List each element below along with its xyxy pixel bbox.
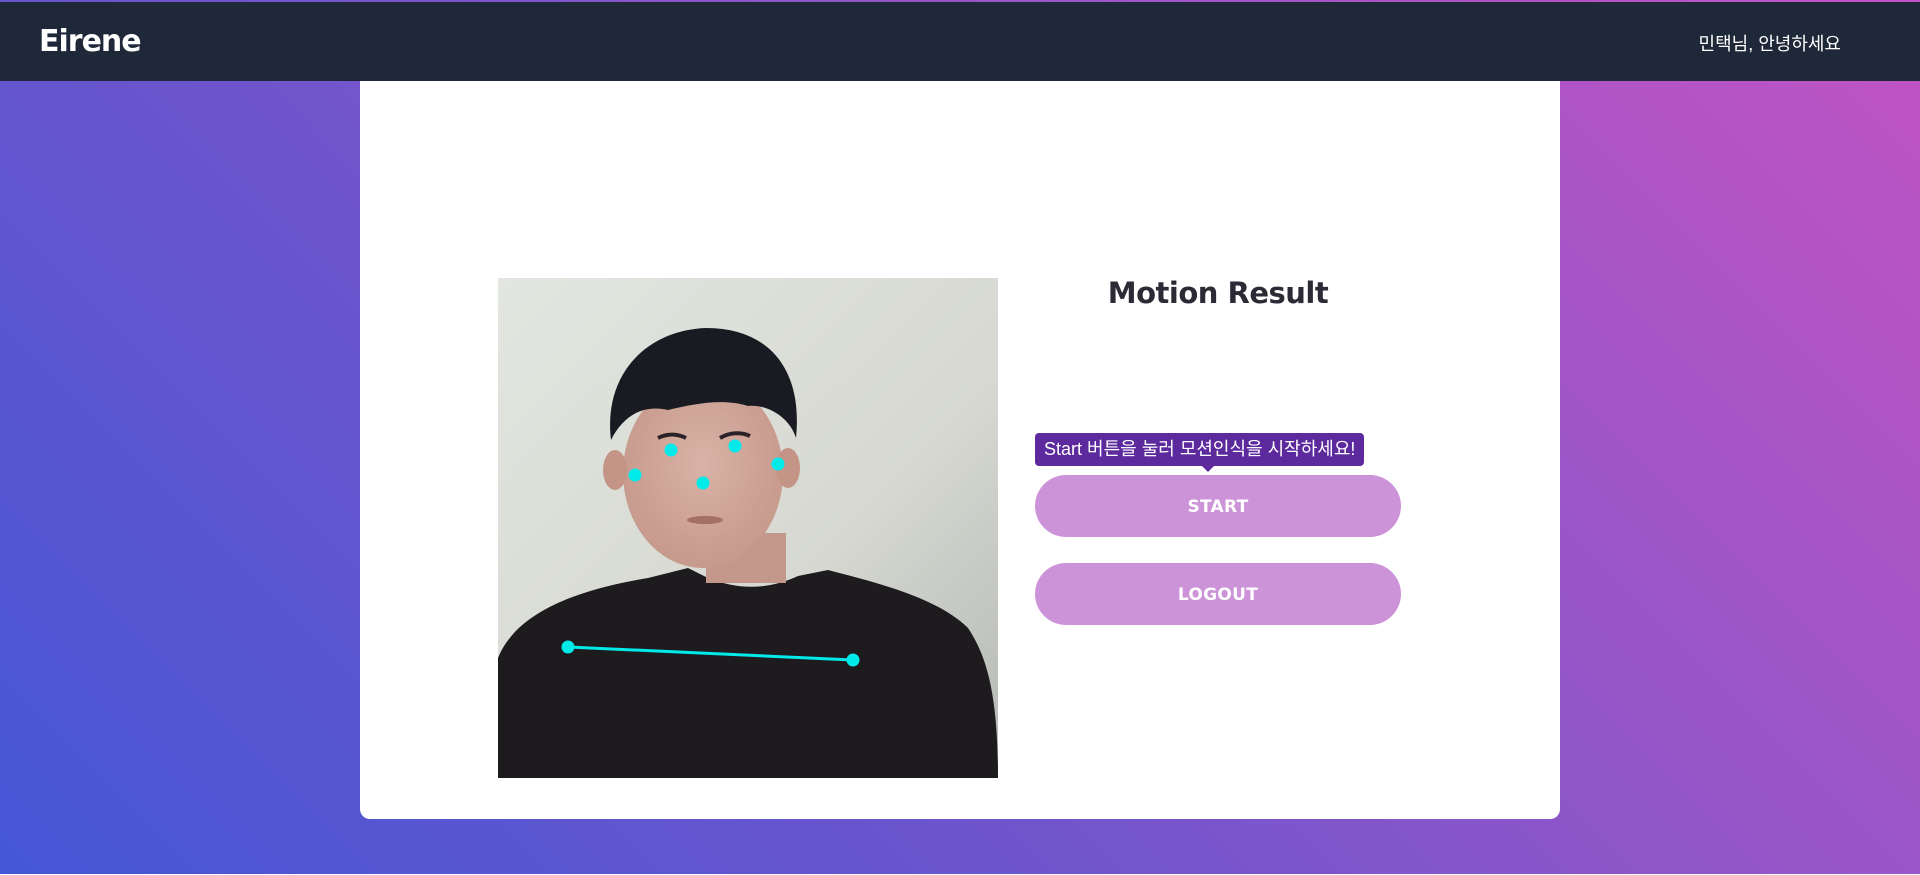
logout-button[interactable]: LOGOUT <box>1035 563 1401 625</box>
person-mouth <box>687 516 723 524</box>
keypoint-left-shoulder <box>561 640 575 654</box>
webcam-feed <box>498 278 998 778</box>
brand-logo[interactable]: Eirene <box>39 22 142 62</box>
page: Eirene 민택님, 안녕하세요 Motion Result Start 버튼… <box>0 0 1920 875</box>
tooltip-arrow <box>1201 465 1215 472</box>
keypoint-right-shoulder <box>846 653 860 667</box>
start-button[interactable]: START <box>1035 475 1401 537</box>
keypoint-left-ear <box>628 468 642 482</box>
start-tooltip: Start 버튼을 눌러 모션인식을 시작하세요! <box>1035 433 1365 466</box>
top-navbar: Eirene 민택님, 안녕하세요 <box>0 2 1920 81</box>
keypoint-left-eye <box>664 443 678 457</box>
keypoint-right-ear <box>771 457 785 471</box>
keypoint-nose <box>696 476 710 490</box>
main-card: Motion Result Start 버튼을 눌러 모션인식을 시작하세요! … <box>360 81 1560 819</box>
person-left-ear <box>603 450 627 490</box>
keypoint-right-eye <box>728 439 742 453</box>
user-greeting: 민택님, 안녕하세요 <box>1698 34 1841 54</box>
motion-result-title: Motion Result <box>1107 276 1329 310</box>
